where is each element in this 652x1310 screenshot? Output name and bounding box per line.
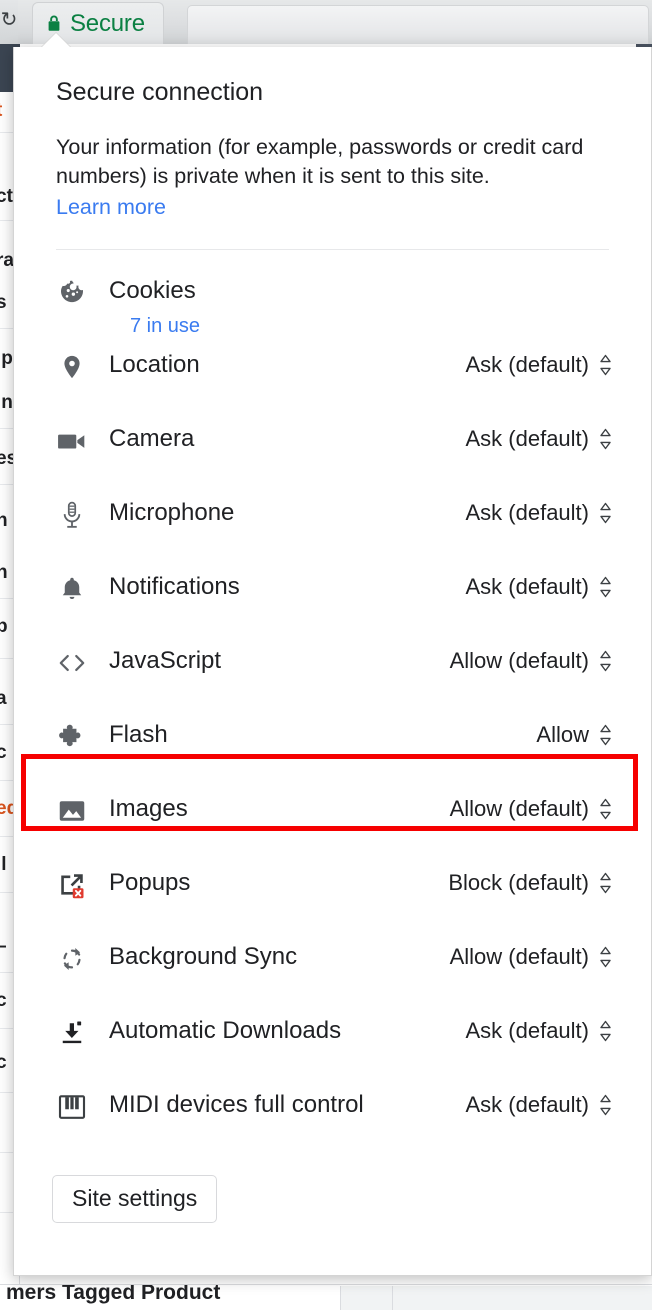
reload-icon[interactable]: ↻ — [0, 2, 18, 38]
learn-more-link[interactable]: Learn more — [56, 193, 166, 222]
site-settings-button[interactable]: Site settings — [52, 1175, 218, 1223]
popup-description: Your information (for example, passwords… — [56, 135, 584, 188]
permission-label: JavaScript — [109, 647, 222, 674]
permission-row-javascript[interactable]: JavaScript Allow (default) — [40, 638, 625, 712]
permission-label: MIDI devices full control — [109, 1091, 364, 1118]
permission-list: Cookies 7 in use Location Ask (default) — [14, 268, 651, 1156]
permission-label: Camera — [109, 425, 195, 452]
permission-select[interactable]: Ask (default) — [466, 574, 626, 600]
permission-value: Allow — [536, 722, 589, 747]
permission-label: Flash — [109, 721, 168, 748]
chevron-updown-icon — [599, 724, 612, 746]
permission-row-cookies[interactable]: Cookies 7 in use — [40, 268, 625, 342]
permission-select[interactable]: Allow — [536, 722, 625, 748]
image-icon — [55, 794, 89, 828]
bg-table-cell — [340, 1286, 392, 1310]
permission-value: Ask (default) — [465, 352, 590, 377]
permission-select[interactable]: Ask (default) — [466, 352, 626, 378]
permission-label: Popups — [109, 869, 191, 896]
chevron-updown-icon — [599, 428, 612, 450]
permission-row-midi[interactable]: MIDI devices full control Ask (default) — [40, 1082, 625, 1156]
bell-icon — [55, 572, 89, 606]
chevron-updown-icon — [599, 354, 612, 376]
chevron-updown-icon — [599, 1020, 612, 1042]
browser-tab-inactive[interactable] — [187, 5, 649, 44]
location-pin-icon — [55, 350, 89, 384]
permission-label: Automatic Downloads — [109, 1017, 342, 1044]
permission-value: Block (default) — [448, 870, 589, 895]
lock-icon — [47, 15, 61, 32]
cookie-icon — [55, 276, 89, 310]
permission-label: Microphone — [109, 499, 235, 526]
permission-row-popups[interactable]: Popups Block (default) — [40, 860, 625, 934]
screenshot-root: ↻ t ct ra s ip In es n n p a c ed — [0, 0, 652, 1310]
secure-label: Secure — [70, 9, 145, 37]
permission-value: Ask (default) — [465, 500, 590, 525]
permission-value: Ask (default) — [465, 1018, 590, 1043]
permission-value: Ask (default) — [465, 426, 590, 451]
midi-keyboard-icon — [55, 1090, 89, 1124]
microphone-icon — [55, 498, 89, 532]
permission-select[interactable]: Allow (default) — [450, 796, 625, 822]
background-bottom-row: mers Tagged Product — [0, 1284, 652, 1310]
chevron-updown-icon — [599, 798, 612, 820]
permission-row-location[interactable]: Location Ask (default) — [40, 342, 625, 416]
permission-select[interactable]: Ask (default) — [466, 500, 626, 526]
code-brackets-icon — [55, 646, 89, 680]
permission-select[interactable]: Block (default) — [448, 870, 625, 896]
permission-label: Notifications — [109, 573, 240, 600]
popup-footer: Site settings — [14, 1156, 651, 1223]
site-information-popup: Secure connection Your information (for … — [13, 47, 652, 1276]
permission-select[interactable]: Allow (default) — [450, 648, 625, 674]
permission-label: Images — [109, 795, 188, 822]
popup-blocked-icon — [55, 868, 89, 902]
permission-value: Allow (default) — [449, 944, 589, 969]
sync-icon — [55, 942, 89, 976]
permission-row-automatic-downloads[interactable]: Automatic Downloads Ask (default) — [40, 1008, 625, 1082]
chevron-updown-icon — [599, 502, 612, 524]
download-icon — [55, 1016, 89, 1050]
popup-caret — [41, 33, 71, 48]
permission-row-background-sync[interactable]: Background Sync Allow (default) — [40, 934, 625, 1008]
permission-value: Ask (default) — [465, 1092, 590, 1117]
popup-header: Secure connection Your information (for … — [14, 47, 651, 250]
bg-table-cell — [392, 1286, 652, 1310]
permission-row-microphone[interactable]: Microphone Ask (default) — [40, 490, 625, 564]
cookies-in-use-link[interactable]: 7 in use — [130, 315, 200, 338]
permission-value: Allow (default) — [449, 648, 589, 673]
background-page-text: mers Tagged Product — [6, 1284, 221, 1304]
camera-icon — [55, 424, 89, 458]
permission-row-flash[interactable]: Flash Allow — [40, 712, 625, 786]
chevron-updown-icon — [599, 650, 612, 672]
permission-select[interactable]: Allow (default) — [450, 944, 625, 970]
popup-divider — [56, 249, 609, 250]
permission-select[interactable]: Ask (default) — [466, 1018, 626, 1044]
permission-value: Allow (default) — [449, 796, 589, 821]
permission-label: Location — [109, 351, 200, 378]
chevron-updown-icon — [599, 872, 612, 894]
chevron-updown-icon — [599, 1094, 612, 1116]
popup-title: Secure connection — [56, 78, 264, 106]
permission-row-images[interactable]: Images Allow (default) — [40, 786, 625, 860]
permission-label: Cookies — [109, 277, 196, 304]
chevron-updown-icon — [599, 576, 612, 598]
permission-row-camera[interactable]: Camera Ask (default) — [40, 416, 625, 490]
permission-row-notifications[interactable]: Notifications Ask (default) — [40, 564, 625, 638]
permission-select[interactable]: Ask (default) — [466, 426, 626, 452]
puzzle-piece-icon — [55, 720, 89, 754]
permission-label: Background Sync — [109, 943, 298, 970]
permission-value: Ask (default) — [465, 574, 590, 599]
permission-select[interactable]: Ask (default) — [466, 1092, 626, 1118]
chevron-updown-icon — [599, 946, 612, 968]
